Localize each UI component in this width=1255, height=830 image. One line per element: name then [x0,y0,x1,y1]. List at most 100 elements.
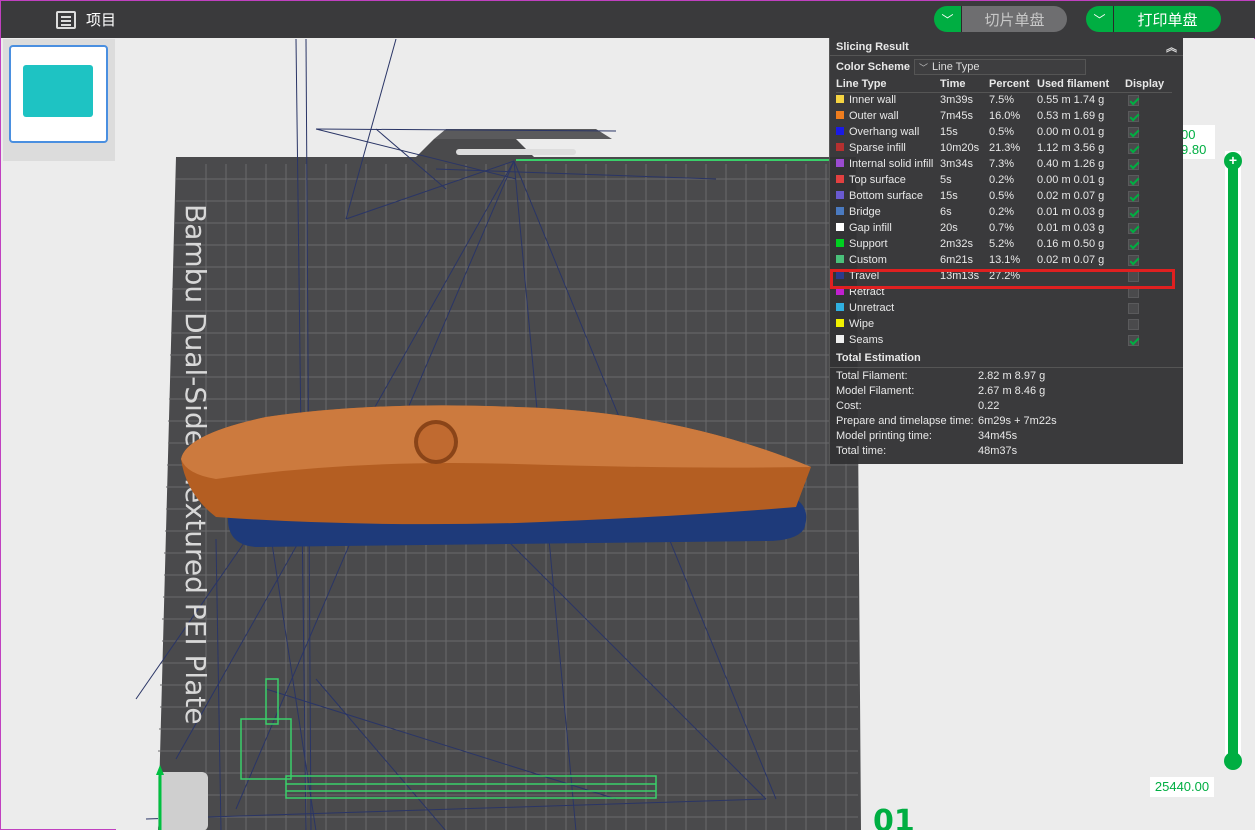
display-checkbox[interactable] [1128,110,1139,122]
print-plate-button[interactable]: 打印单盘 [1114,6,1221,32]
total-value: 0.22 [978,399,1000,412]
time-cell: 2m32s [940,238,974,250]
display-cell [1125,204,1172,220]
project-menu[interactable]: 项目 [56,9,116,30]
slider-bottom-value: 25440.00 [1150,777,1214,797]
percent-cell: 7.3% [989,158,1015,170]
percent-cell: 13.1% [989,254,1021,266]
line-type-cell: Bottom surface [836,188,940,204]
plate-thumbnail[interactable]: + [9,45,108,143]
line-type-name: Seams [849,334,884,346]
percent-cell: 0.7% [989,222,1015,234]
line-type-cell: Unretract [836,300,940,316]
time-cell: 6s [940,206,952,218]
color-swatch [836,335,844,344]
color-swatch [836,159,844,168]
time-cell [940,332,989,348]
color-swatch [836,303,844,312]
total-value: 2.82 m 8.97 g [978,369,1046,382]
table-row: Seams [836,332,1172,348]
slice-dropdown-chevron-icon[interactable]: ﹀ [934,6,962,32]
color-scheme-row: Color Scheme ﹀ Line Type [830,58,1183,76]
panel-title: Slicing Result [836,40,909,53]
percent-cell: 16.0% [989,110,1021,122]
color-scheme-select[interactable]: ﹀ Line Type [914,59,1086,75]
line-type-cell: Custom [836,252,940,268]
total-key: Prepare and timelapse time: [836,414,974,427]
total-value: 34m45s [978,429,1018,442]
line-type-name: Top surface [849,174,906,186]
total-row: Model Filament: 2.67 m 8.46 g [830,383,1183,398]
collapse-icon[interactable]: ︽ [1166,39,1177,55]
color-swatch [836,207,844,216]
print-dropdown-chevron-icon[interactable]: ﹀ [1086,6,1114,32]
table-row: Overhang wall 15s 0.5% 0.00 m 0.01 g [836,124,1172,140]
line-type-name: Outer wall [849,110,899,122]
table-row: Bottom surface 15s 0.5% 0.02 m 0.07 g [836,188,1172,204]
total-key: Total time: [836,444,887,457]
layer-number: 01 [873,804,915,830]
slider-top-handle[interactable]: + [1224,152,1242,170]
header-percent: Percent [989,76,1037,93]
display-checkbox[interactable] [1128,190,1139,202]
display-checkbox[interactable] [1128,126,1139,138]
plate-slot [456,149,576,155]
display-checkbox[interactable] [1128,142,1139,154]
time-cell: 3m34s [940,158,974,170]
total-value: 48m37s [978,444,1018,457]
display-cell [1125,92,1172,108]
display-checkbox[interactable] [1128,254,1139,266]
filament-cell: 0.02 m 0.07 g [1037,190,1105,202]
color-swatch [836,143,844,152]
slider-bottom-handle[interactable] [1224,752,1242,770]
percent-cell [989,332,1037,348]
display-checkbox[interactable] [1128,206,1139,218]
table-row: Sparse infill 10m20s 21.3% 1.12 m 3.56 g [836,140,1172,156]
display-checkbox[interactable] [1128,318,1139,330]
time-cell: 15s [940,190,958,202]
total-key: Model printing time: [836,429,932,442]
percent-cell: 7.5% [989,94,1015,107]
total-row: Cost: 0.22 [830,398,1183,413]
display-cell [1125,316,1172,332]
table-row: Wipe [836,316,1172,332]
list-icon [56,10,76,29]
percent-cell: 5.2% [989,238,1015,250]
time-cell [940,316,989,332]
color-swatch [836,95,844,104]
display-checkbox[interactable] [1128,302,1139,314]
line-type-name: Support [849,238,888,250]
display-checkbox[interactable] [1128,334,1139,346]
filament-cell [1037,316,1125,332]
display-cell [1125,236,1172,252]
display-cell [1125,220,1172,236]
plus-icon: + [14,48,22,62]
filament-cell: 0.02 m 0.07 g [1037,254,1105,266]
filament-cell: 0.40 m 1.26 g [1037,158,1105,170]
line-type-name: Wipe [849,318,875,330]
filament-cell: 0.00 m 0.01 g [1037,126,1105,138]
total-row: Total Filament: 2.82 m 8.97 g [830,368,1183,383]
display-checkbox[interactable] [1128,222,1139,234]
print-plate-button-group: ﹀ 打印单盘 [1086,6,1221,32]
slice-plate-button[interactable]: 切片单盘 [962,6,1067,32]
layer-slider-track[interactable] [1228,161,1238,761]
header-line-type: Line Type [836,76,940,93]
header-used-filament: Used filament [1037,76,1125,93]
percent-cell [989,316,1037,332]
percent-cell: 21.3% [989,142,1021,154]
table-row: Inner wall 3m39s 7.5% 0.55 m 1.74 g [836,92,1172,108]
slicing-result-panel: Slicing Result ︽ Color Scheme ﹀ Line Typ… [829,38,1183,464]
total-row: Model printing time: 34m45s [830,428,1183,443]
time-cell: 7m45s [940,110,974,122]
header-display: Display [1125,76,1172,93]
display-checkbox[interactable] [1128,238,1139,250]
filament-cell: 0.16 m 0.50 g [1037,238,1105,250]
display-checkbox[interactable] [1128,94,1139,106]
line-type-cell: Seams [836,332,940,348]
display-checkbox[interactable] [1128,158,1139,170]
color-swatch [836,255,844,264]
filament-cell: 1.12 m 3.56 g [1037,142,1105,154]
percent-cell: 0.2% [989,174,1015,186]
display-checkbox[interactable] [1128,174,1139,186]
